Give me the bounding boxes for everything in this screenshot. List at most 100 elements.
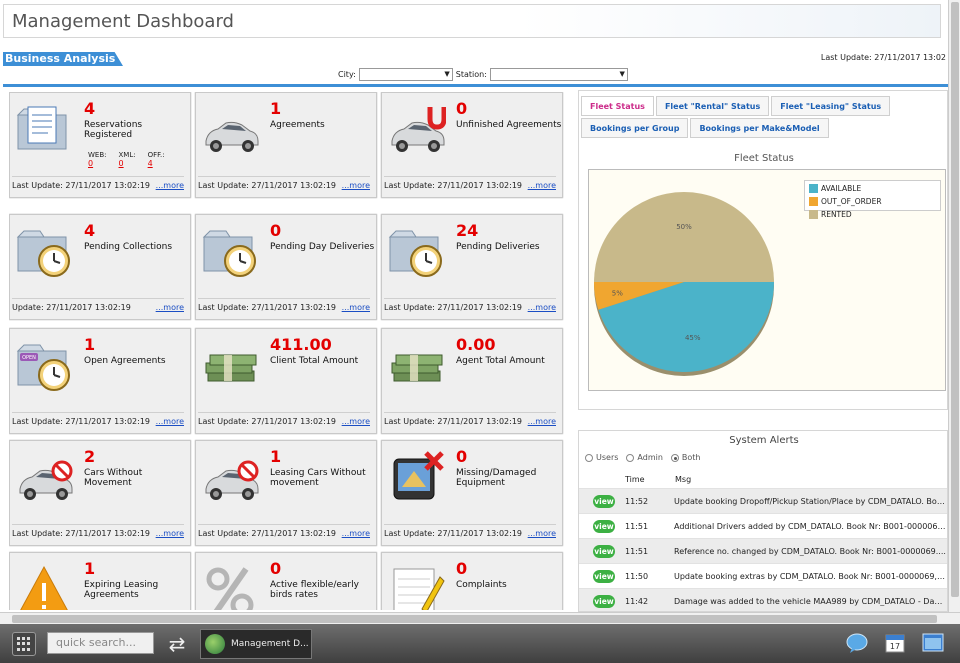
alert-time: 11:51 [625, 521, 649, 531]
svg-text:17: 17 [890, 642, 900, 651]
pie-slice-rented[interactable] [594, 192, 774, 282]
alert-time: 11:42 [625, 596, 649, 606]
radio-icon[interactable] [585, 453, 593, 462]
view-button[interactable]: view [593, 494, 615, 508]
more-link[interactable]: ...more [156, 417, 184, 426]
kpi-card[interactable]: 0 Missing/Damaged Equipment Last Update:… [381, 440, 563, 546]
legend-item[interactable]: RENTED [809, 210, 852, 219]
calendar-icon[interactable]: 17 [883, 631, 907, 655]
source-count[interactable]: OFF.: 4 [148, 151, 165, 168]
alert-message: Damage was added to the vehicle MAA989 b… [674, 596, 946, 606]
more-link[interactable]: ...more [528, 529, 556, 538]
kpi-card[interactable]: 24 Pending Deliveries Last Update: 27/11… [381, 214, 563, 320]
more-link[interactable]: ...more [342, 303, 370, 312]
alert-row: view 11:42 Damage was added to the vehic… [579, 588, 947, 611]
alert-filter-users[interactable]: Users [585, 453, 618, 462]
legend-item[interactable]: OUT_OF_ORDER [809, 197, 882, 206]
more-link[interactable]: ...more [528, 303, 556, 312]
view-button[interactable]: view [593, 519, 615, 533]
source-count[interactable]: WEB: 0 [88, 151, 107, 168]
city-select[interactable] [358, 68, 453, 81]
quick-search-input[interactable]: quick search... [47, 632, 154, 654]
kpi-value: 1 [270, 447, 282, 466]
kpi-footer: Last Update: 27/11/2017 13:02:19 ...more [198, 524, 370, 538]
horizontal-scrollbar-thumb[interactable] [12, 615, 937, 623]
tab-bookings-1[interactable]: Bookings per Make&Model [690, 118, 829, 138]
kpi-card[interactable]: 2 Cars Without Movement Last Update: 27/… [9, 440, 191, 546]
kpi-last-update: Last Update: 27/11/2017 13:02:19 [12, 529, 150, 538]
chat-bubble-icon[interactable] [845, 631, 869, 655]
alert-filter-both[interactable]: Both [670, 453, 701, 462]
kpi-card[interactable]: 1 Leasing Cars Without movement Last Upd… [195, 440, 377, 546]
kpi-card[interactable]: 1 Agreements Last Update: 27/11/2017 13:… [195, 92, 377, 198]
tab-bookings-0[interactable]: Bookings per Group [581, 118, 689, 138]
kpi-footer: Last Update: 27/11/2017 13:02:19 ...more [384, 176, 556, 190]
tab-fleet-2[interactable]: Fleet "Leasing" Status [771, 96, 891, 116]
alert-message: Update booking extras by CDM_DATALO. Boo… [674, 571, 946, 581]
kpi-last-update: Last Update: 27/11/2017 13:02:19 [198, 417, 336, 426]
kpi-card[interactable]: 0 Complaints [381, 552, 563, 610]
window-icon[interactable] [921, 631, 945, 655]
kpi-label: Open Agreements [84, 356, 166, 366]
taskbar-app-management-dashboard[interactable]: Management D... [200, 629, 312, 659]
alerts-filter: Users Admin Both [585, 453, 701, 462]
kpi-value: 411.00 [270, 335, 332, 354]
more-link[interactable]: ...more [342, 181, 370, 190]
more-link[interactable]: ...more [156, 303, 184, 312]
kpi-value: 1 [270, 99, 282, 118]
chart-area: 45% 5% 50% AVAILABLE OUT_OF_ORDER RENTED [588, 169, 946, 391]
view-button[interactable]: view [593, 569, 615, 583]
header-bar: Management Dashboard [3, 4, 941, 38]
kpi-card[interactable]: 4 Pending Collections Update: 27/11/2017… [9, 214, 191, 320]
taskbar: quick search... ⇄ Management D... 17 [0, 624, 960, 663]
more-link[interactable]: ...more [342, 529, 370, 538]
alert-row: view 11:52 Update booking Dropoff/Pickup… [579, 488, 947, 513]
tab-fleet-0[interactable]: Fleet Status [581, 96, 654, 116]
vertical-scrollbar[interactable] [948, 0, 960, 612]
percent-icon [200, 563, 260, 610]
apps-grid-icon[interactable] [12, 632, 36, 656]
horizontal-scrollbar[interactable] [0, 612, 960, 624]
more-link[interactable]: ...more [342, 417, 370, 426]
radio-icon[interactable] [670, 453, 679, 462]
alerts-title: System Alerts [729, 435, 799, 446]
column-time: Time [625, 475, 645, 484]
refresh-icon[interactable]: ⇄ [164, 632, 190, 656]
alert-message: Reference no. changed by CDM_DATALO. Boo… [674, 546, 946, 556]
alert-filter-admin[interactable]: Admin [626, 453, 663, 462]
kpi-card[interactable]: 0 Pending Day Deliveries Last Update: 27… [195, 214, 377, 320]
alert-time: 11:51 [625, 546, 649, 556]
vertical-scrollbar-thumb[interactable] [951, 2, 959, 597]
alert-message: Update booking Dropoff/Pickup Station/Pl… [674, 496, 946, 506]
view-button[interactable]: view [593, 544, 615, 558]
source-count[interactable]: XML: 0 [119, 151, 136, 168]
view-button[interactable]: view [593, 594, 615, 608]
kpi-card[interactable]: 411.00 Client Total Amount Last Update: … [195, 328, 377, 434]
kpi-footer: Last Update: 27/11/2017 13:02:19 ...more [12, 524, 184, 538]
more-link[interactable]: ...more [528, 181, 556, 190]
more-link[interactable]: ...more [528, 417, 556, 426]
more-link[interactable]: ...more [156, 181, 184, 190]
kpi-card[interactable]: 4 Reservations Registered WEB: 0 XML: 0 OFF.:… [9, 92, 191, 198]
folder-clock-icon [200, 225, 260, 281]
filters: City: Station: [338, 68, 628, 81]
kpi-card[interactable]: OPEN 1 Open Agreements Last Update: 27/1… [9, 328, 191, 434]
kpi-label: Cars Without Movement [84, 468, 143, 488]
taskbar-app-label: Management D... [231, 639, 309, 649]
more-link[interactable]: ...more [156, 529, 184, 538]
kpi-card[interactable]: 1 Expiring Leasing Agreements [9, 552, 191, 610]
legend-item[interactable]: AVAILABLE [809, 184, 861, 193]
kpi-footer: Last Update: 27/11/2017 13:02:19 ...more [198, 298, 370, 312]
kpi-label: Complaints [456, 580, 507, 590]
kpi-card[interactable]: 0 Active flexible/early birds rates [195, 552, 377, 610]
kpi-last-update: Last Update: 27/11/2017 13:02:19 [12, 181, 150, 190]
station-select[interactable] [489, 68, 628, 81]
kpi-footer: Update: 27/11/2017 13:02:19 ...more [12, 298, 184, 312]
kpi-value: 1 [84, 559, 96, 578]
folder-open-clock-icon: OPEN [14, 339, 74, 395]
kpi-card[interactable]: 0 Unfinished Agreements Last Update: 27/… [381, 92, 563, 198]
radio-icon[interactable] [626, 453, 635, 462]
kpi-value: 0 [456, 447, 468, 466]
tab-fleet-1[interactable]: Fleet "Rental" Status [655, 96, 770, 116]
kpi-card[interactable]: 0.00 Agent Total Amount Last Update: 27/… [381, 328, 563, 434]
